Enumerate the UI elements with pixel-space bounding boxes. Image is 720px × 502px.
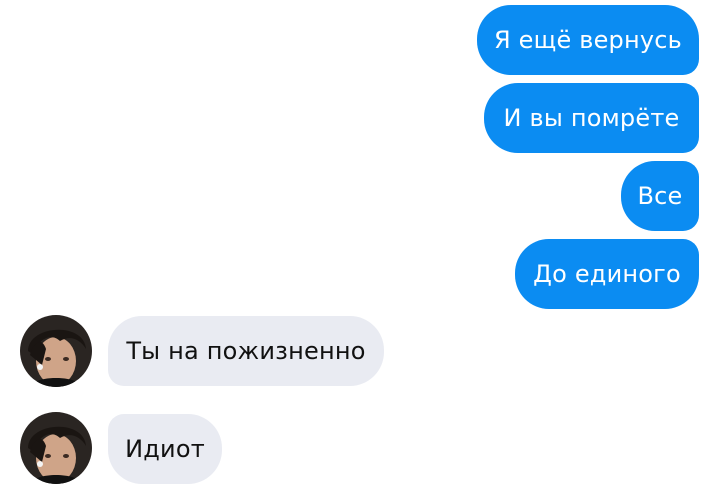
outgoing-message[interactable]: Все [621, 161, 699, 231]
incoming-message[interactable]: Идиот [108, 414, 222, 484]
contact-photo-avatar-icon [20, 315, 92, 387]
message-text: И вы помрёте [503, 104, 680, 132]
outgoing-message[interactable]: До единого [515, 239, 699, 309]
message-text: До единого [533, 260, 681, 288]
contact-avatar[interactable] [20, 315, 92, 387]
message-text: Ты на пожизненно [126, 337, 366, 365]
contact-avatar[interactable] [20, 412, 92, 484]
outgoing-message[interactable]: Я ещё вернусь [477, 5, 699, 75]
message-text: Я ещё вернусь [493, 26, 683, 54]
outgoing-message[interactable]: И вы помрёте [484, 83, 699, 153]
message-text: Все [637, 182, 683, 210]
incoming-message[interactable]: Ты на пожизненно [108, 316, 384, 386]
message-thread: Я ещё вернусь И вы помрёте Все До единог… [0, 0, 720, 502]
contact-photo-avatar-icon [20, 412, 92, 484]
message-text: Идиот [125, 435, 205, 463]
